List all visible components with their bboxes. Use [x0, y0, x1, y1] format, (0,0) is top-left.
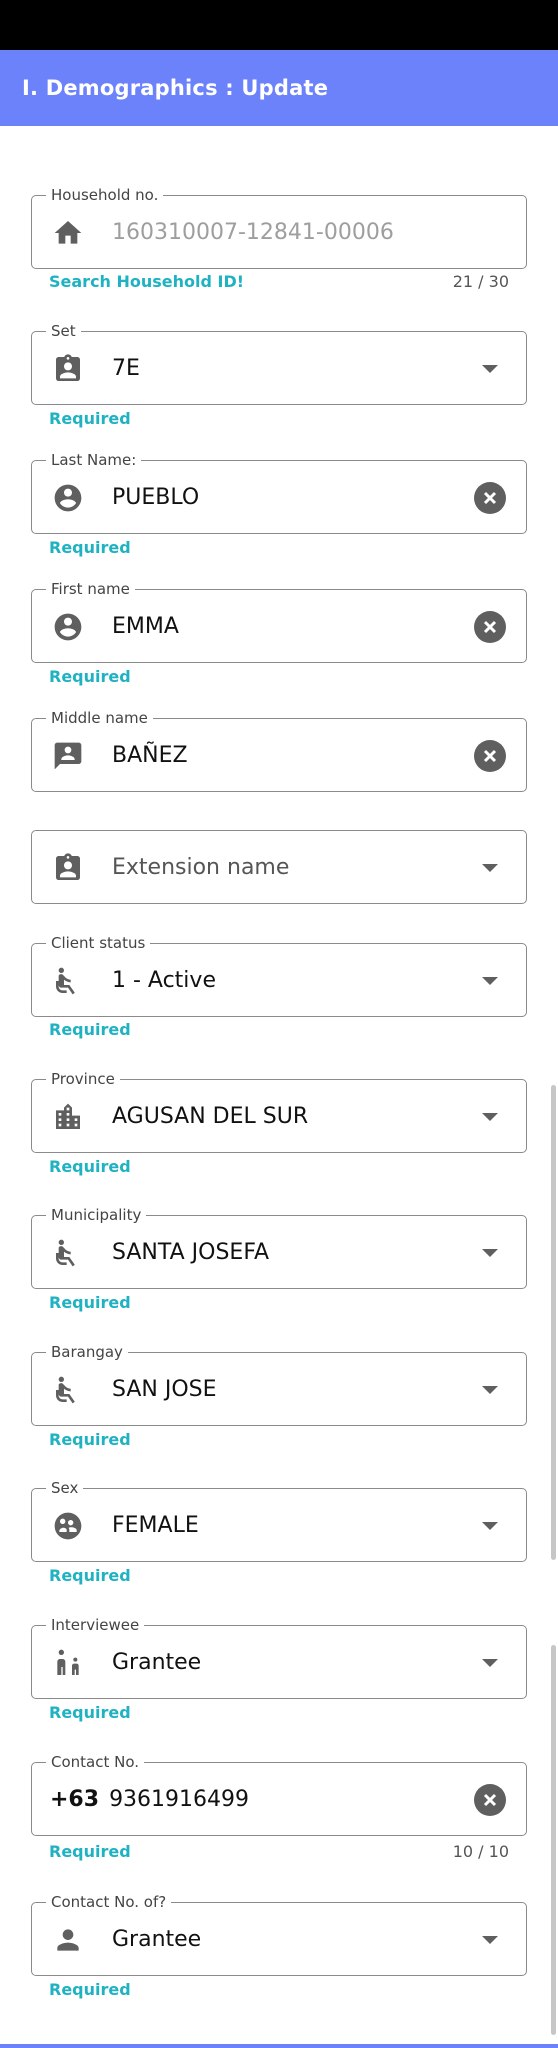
set-helper: Required: [49, 409, 131, 428]
app-bar: I. Demographics : Update: [0, 50, 558, 126]
set-dropdown[interactable]: Set 7E: [31, 321, 527, 405]
contact-no-of-dropdown[interactable]: Contact No. of? Grantee: [31, 1892, 527, 1976]
page-title: I. Demographics : Update: [22, 76, 329, 100]
first-name-input[interactable]: EMMA: [112, 590, 179, 664]
contact-no-field[interactable]: Contact No. +63 9361916499: [31, 1752, 527, 1837]
province-value: AGUSAN DEL SUR: [112, 1104, 309, 1129]
household-helper[interactable]: Search Household ID!: [49, 272, 244, 291]
extension-name-dropdown[interactable]: Extension name: [31, 830, 527, 904]
sex-helper: Required: [49, 1566, 131, 1585]
bottom-accent-line: [0, 2044, 558, 2048]
clear-icon[interactable]: [474, 740, 506, 772]
interviewee-value: Grantee: [112, 1650, 202, 1675]
province-dropdown[interactable]: Province AGUSAN DEL SUR: [31, 1069, 527, 1153]
last-name-helper: Required: [49, 538, 131, 557]
chevron-down-icon[interactable]: [482, 365, 498, 373]
interviewee-helper: Required: [49, 1703, 131, 1722]
accessible-icon: [52, 1374, 84, 1406]
clear-icon[interactable]: [474, 1784, 506, 1816]
chevron-down-icon[interactable]: [482, 1936, 498, 1944]
chevron-down-icon[interactable]: [482, 1522, 498, 1530]
scrollbar-thumb-secondary[interactable]: [551, 1645, 556, 2035]
household-counter: 21 / 30: [452, 272, 509, 291]
chevron-down-icon[interactable]: [482, 1249, 498, 1257]
face-icon: [52, 1510, 84, 1542]
chevron-down-icon[interactable]: [482, 1659, 498, 1667]
municipality-dropdown[interactable]: Municipality SANTA JOSEFA: [31, 1205, 527, 1289]
middle-name-input[interactable]: BAÑEZ: [112, 719, 188, 793]
accessible-icon: [52, 1237, 84, 1269]
chevron-down-icon[interactable]: [482, 1386, 498, 1394]
set-value: 7E: [112, 356, 140, 381]
client-status-dropdown[interactable]: Client status 1 - Active: [31, 933, 527, 1017]
client-status-value: 1 - Active: [112, 968, 216, 993]
person-icon: [52, 1924, 84, 1956]
chevron-down-icon[interactable]: [482, 977, 498, 985]
chevron-down-icon[interactable]: [482, 1113, 498, 1121]
accessible-icon: [52, 965, 84, 997]
set-label: Set: [46, 321, 81, 341]
first-name-field[interactable]: First name EMMA: [31, 579, 527, 664]
province-helper: Required: [49, 1157, 131, 1176]
badge-icon: [52, 353, 84, 385]
contact-no-of-value: Grantee: [112, 1927, 202, 1952]
scrollbar-thumb[interactable]: [551, 1085, 556, 1560]
contact-no-counter: 10 / 10: [452, 1842, 509, 1861]
city-icon: [52, 1101, 84, 1133]
barangay-dropdown[interactable]: Barangay SAN JOSE: [31, 1342, 527, 1426]
badge-icon: [52, 852, 84, 884]
account-circle-icon: [52, 611, 84, 643]
contact-card-icon: [52, 740, 84, 772]
extension-name-placeholder: Extension name: [112, 855, 290, 880]
municipality-helper: Required: [49, 1293, 131, 1312]
municipality-value: SANTA JOSEFA: [112, 1240, 270, 1265]
middle-name-field[interactable]: Middle name BAÑEZ: [31, 708, 527, 793]
chevron-down-icon[interactable]: [482, 864, 498, 872]
barangay-helper: Required: [49, 1430, 131, 1449]
account-circle-icon: [52, 482, 84, 514]
client-status-helper: Required: [49, 1020, 131, 1039]
province-label: Province: [46, 1069, 120, 1089]
household-input[interactable]: 160310007-12841-00006: [112, 196, 394, 270]
sex-label: Sex: [46, 1478, 84, 1498]
family-icon: [52, 1647, 84, 1679]
sex-value: FEMALE: [112, 1513, 199, 1538]
interviewee-dropdown[interactable]: Interviewee Grantee: [31, 1615, 527, 1699]
status-bar: [0, 0, 558, 50]
last-name-field[interactable]: Last Name: PUEBLO: [31, 450, 527, 535]
contact-no-input[interactable]: 9361916499: [109, 1787, 249, 1812]
contact-no-value[interactable]: +63 9361916499: [50, 1763, 249, 1837]
last-name-input[interactable]: PUEBLO: [112, 461, 199, 535]
sex-dropdown[interactable]: Sex FEMALE: [31, 1478, 527, 1562]
clear-icon[interactable]: [474, 611, 506, 643]
barangay-value: SAN JOSE: [112, 1377, 217, 1402]
home-icon: [52, 217, 84, 249]
clear-icon[interactable]: [474, 482, 506, 514]
household-field[interactable]: Household no. 160310007-12841-00006: [31, 185, 527, 270]
country-code-prefix: +63: [50, 1787, 100, 1812]
first-name-helper: Required: [49, 667, 131, 686]
contact-no-of-helper: Required: [49, 1980, 131, 1999]
contact-no-helper: Required: [49, 1842, 131, 1861]
